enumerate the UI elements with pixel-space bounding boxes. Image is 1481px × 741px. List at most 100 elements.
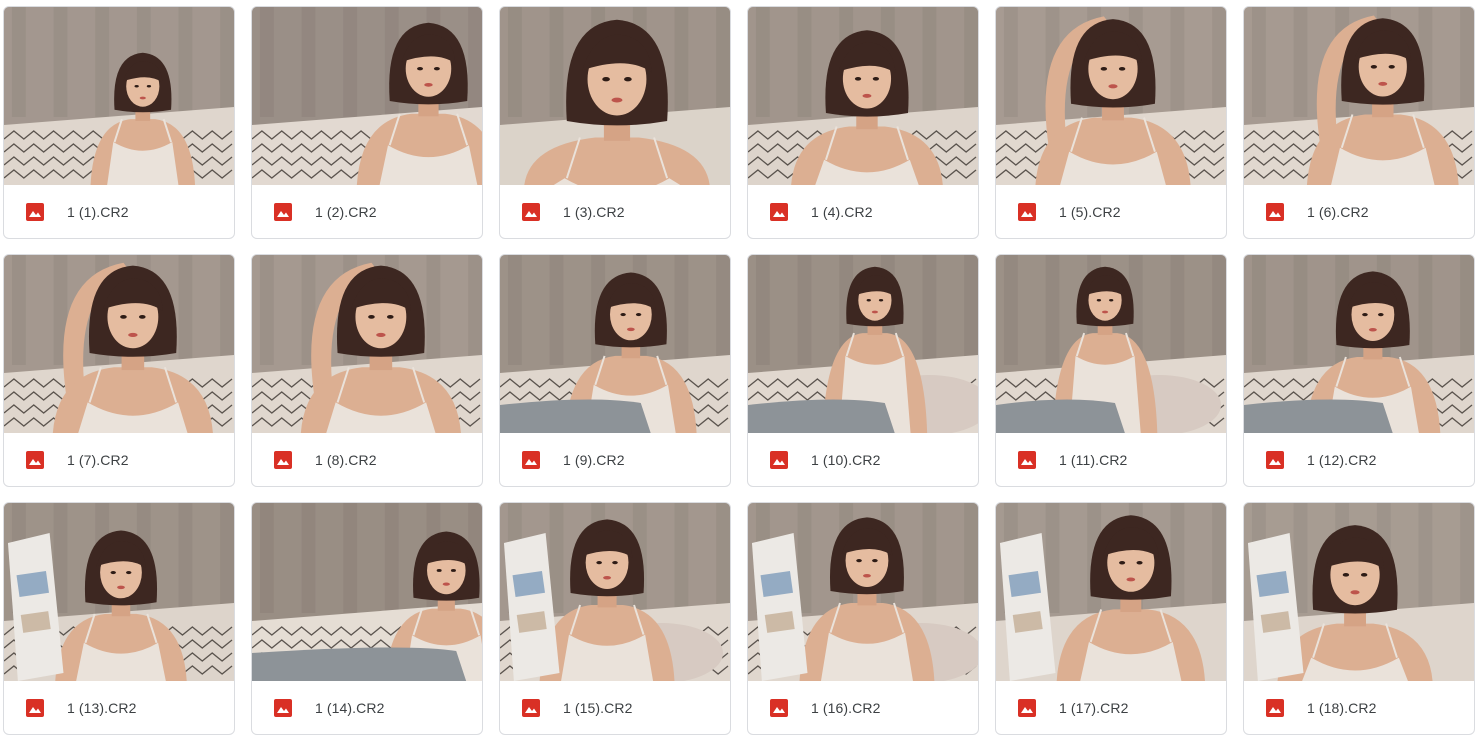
file-grid: 1 (1).CR2 1 (2).CR2 1 (3).CR2 1 (4).CR2 1 (5… [3, 6, 1475, 735]
file-name: 1 (3).CR2 [563, 203, 625, 220]
file-name: 1 (5).CR2 [1059, 203, 1121, 220]
file-name: 1 (1).CR2 [67, 203, 129, 220]
file-thumbnail[interactable] [4, 503, 234, 681]
file-meta-row[interactable]: 1 (13).CR2 [4, 681, 234, 734]
file-meta-row[interactable]: 1 (14).CR2 [252, 681, 482, 734]
file-card[interactable]: 1 (4).CR2 [747, 6, 979, 239]
photo-thumbnail-image [748, 255, 978, 433]
photo-thumbnail-image [252, 7, 482, 185]
file-meta-row[interactable]: 1 (11).CR2 [996, 433, 1226, 486]
photo-thumbnail-image [4, 255, 234, 433]
file-card[interactable]: 1 (2).CR2 [251, 6, 483, 239]
image-file-icon [1265, 202, 1285, 222]
file-thumbnail[interactable] [996, 503, 1226, 681]
file-meta-row[interactable]: 1 (2).CR2 [252, 185, 482, 238]
file-card[interactable]: 1 (15).CR2 [499, 502, 731, 735]
file-thumbnail[interactable] [500, 7, 730, 185]
image-file-icon [25, 450, 45, 470]
image-file-icon [1017, 202, 1037, 222]
photo-thumbnail-image [500, 7, 730, 185]
file-thumbnail[interactable] [996, 7, 1226, 185]
photo-thumbnail-image [1244, 255, 1474, 433]
file-card[interactable]: 1 (18).CR2 [1243, 502, 1475, 735]
file-meta-row[interactable]: 1 (7).CR2 [4, 433, 234, 486]
file-card[interactable]: 1 (10).CR2 [747, 254, 979, 487]
image-file-icon [521, 450, 541, 470]
file-card[interactable]: 1 (11).CR2 [995, 254, 1227, 487]
image-file-icon [273, 202, 293, 222]
file-meta-row[interactable]: 1 (9).CR2 [500, 433, 730, 486]
file-meta-row[interactable]: 1 (3).CR2 [500, 185, 730, 238]
image-file-icon [521, 202, 541, 222]
file-meta-row[interactable]: 1 (10).CR2 [748, 433, 978, 486]
file-meta-row[interactable]: 1 (12).CR2 [1244, 433, 1474, 486]
file-name: 1 (17).CR2 [1059, 699, 1129, 716]
file-meta-row[interactable]: 1 (1).CR2 [4, 185, 234, 238]
photo-thumbnail-image [748, 503, 978, 681]
file-card[interactable]: 1 (5).CR2 [995, 6, 1227, 239]
file-meta-row[interactable]: 1 (5).CR2 [996, 185, 1226, 238]
photo-thumbnail-image [252, 255, 482, 433]
file-thumbnail[interactable] [500, 503, 730, 681]
photo-thumbnail-image [996, 255, 1226, 433]
file-thumbnail[interactable] [4, 7, 234, 185]
file-name: 1 (15).CR2 [563, 699, 633, 716]
file-thumbnail[interactable] [748, 7, 978, 185]
file-card[interactable]: 1 (13).CR2 [3, 502, 235, 735]
file-name: 1 (11).CR2 [1059, 451, 1128, 468]
image-file-icon [1265, 698, 1285, 718]
file-thumbnail[interactable] [1244, 7, 1474, 185]
file-card[interactable]: 1 (12).CR2 [1243, 254, 1475, 487]
file-card[interactable]: 1 (6).CR2 [1243, 6, 1475, 239]
photo-thumbnail-image [996, 503, 1226, 681]
file-thumbnail[interactable] [748, 255, 978, 433]
file-name: 1 (13).CR2 [67, 699, 137, 716]
photo-thumbnail-image [1244, 503, 1474, 681]
file-meta-row[interactable]: 1 (15).CR2 [500, 681, 730, 734]
file-thumbnail[interactable] [1244, 255, 1474, 433]
file-thumbnail[interactable] [252, 7, 482, 185]
file-name: 1 (18).CR2 [1307, 699, 1377, 716]
file-name: 1 (12).CR2 [1307, 451, 1377, 468]
file-name: 1 (6).CR2 [1307, 203, 1369, 220]
file-meta-row[interactable]: 1 (8).CR2 [252, 433, 482, 486]
file-thumbnail[interactable] [500, 255, 730, 433]
image-file-icon [25, 202, 45, 222]
image-file-icon [769, 698, 789, 718]
file-card[interactable]: 1 (1).CR2 [3, 6, 235, 239]
file-card[interactable]: 1 (8).CR2 [251, 254, 483, 487]
image-file-icon [1017, 450, 1037, 470]
file-thumbnail[interactable] [4, 255, 234, 433]
file-name: 1 (8).CR2 [315, 451, 377, 468]
photo-thumbnail-image [500, 255, 730, 433]
image-file-icon [521, 698, 541, 718]
file-meta-row[interactable]: 1 (17).CR2 [996, 681, 1226, 734]
file-name: 1 (10).CR2 [811, 451, 881, 468]
file-card[interactable]: 1 (9).CR2 [499, 254, 731, 487]
file-name: 1 (4).CR2 [811, 203, 873, 220]
file-thumbnail[interactable] [748, 503, 978, 681]
photo-thumbnail-image [748, 7, 978, 185]
file-card[interactable]: 1 (17).CR2 [995, 502, 1227, 735]
photo-thumbnail-image [4, 503, 234, 681]
file-thumbnail[interactable] [252, 503, 482, 681]
photo-thumbnail-image [1244, 7, 1474, 185]
file-meta-row[interactable]: 1 (6).CR2 [1244, 185, 1474, 238]
image-file-icon [25, 698, 45, 718]
file-meta-row[interactable]: 1 (18).CR2 [1244, 681, 1474, 734]
file-card[interactable]: 1 (7).CR2 [3, 254, 235, 487]
file-meta-row[interactable]: 1 (4).CR2 [748, 185, 978, 238]
file-thumbnail[interactable] [996, 255, 1226, 433]
file-name: 1 (9).CR2 [563, 451, 625, 468]
file-meta-row[interactable]: 1 (16).CR2 [748, 681, 978, 734]
file-thumbnail[interactable] [252, 255, 482, 433]
image-file-icon [1265, 450, 1285, 470]
file-card[interactable]: 1 (16).CR2 [747, 502, 979, 735]
file-card[interactable]: 1 (14).CR2 [251, 502, 483, 735]
image-file-icon [273, 450, 293, 470]
file-card[interactable]: 1 (3).CR2 [499, 6, 731, 239]
image-file-icon [1017, 698, 1037, 718]
file-thumbnail[interactable] [1244, 503, 1474, 681]
photo-thumbnail-image [4, 7, 234, 185]
photo-thumbnail-image [500, 503, 730, 681]
